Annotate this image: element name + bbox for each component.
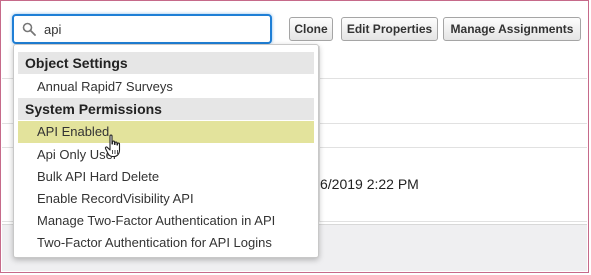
result-item-bulk-api-hard-delete[interactable]: Bulk API Hard Delete xyxy=(18,166,314,188)
last-modified-datetime: 6/2019 2:22 PM xyxy=(320,176,419,192)
result-item-enable-recordvisibility-api[interactable]: Enable RecordVisibility API xyxy=(18,188,314,210)
result-item-two-factor-auth-api-logins[interactable]: Two-Factor Authentication for API Logins xyxy=(18,232,314,254)
search-input-value[interactable]: api xyxy=(44,22,61,37)
hand-pointer-cursor-icon xyxy=(104,134,121,158)
result-item-manage-two-factor-auth-api[interactable]: Manage Two-Factor Authentication in API xyxy=(18,210,314,232)
column-divider xyxy=(319,46,320,222)
manage-assignments-button[interactable]: Manage Assignments xyxy=(443,17,581,41)
result-item-api-only-user[interactable]: Api Only User xyxy=(18,144,314,166)
search-field[interactable]: api xyxy=(12,14,272,44)
search-icon xyxy=(22,22,36,36)
result-item-annual-rapid7-surveys[interactable]: Annual Rapid7 Surveys xyxy=(18,76,314,98)
result-item-api-enabled[interactable]: API Enabled xyxy=(18,121,314,143)
group-header-system-permissions: System Permissions xyxy=(18,98,314,120)
search-results-dropdown: Object Settings Annual Rapid7 Surveys Sy… xyxy=(13,44,319,258)
clone-button[interactable]: Clone xyxy=(289,17,333,41)
group-header-object-settings: Object Settings xyxy=(18,52,314,74)
edit-properties-button[interactable]: Edit Properties xyxy=(341,17,438,41)
